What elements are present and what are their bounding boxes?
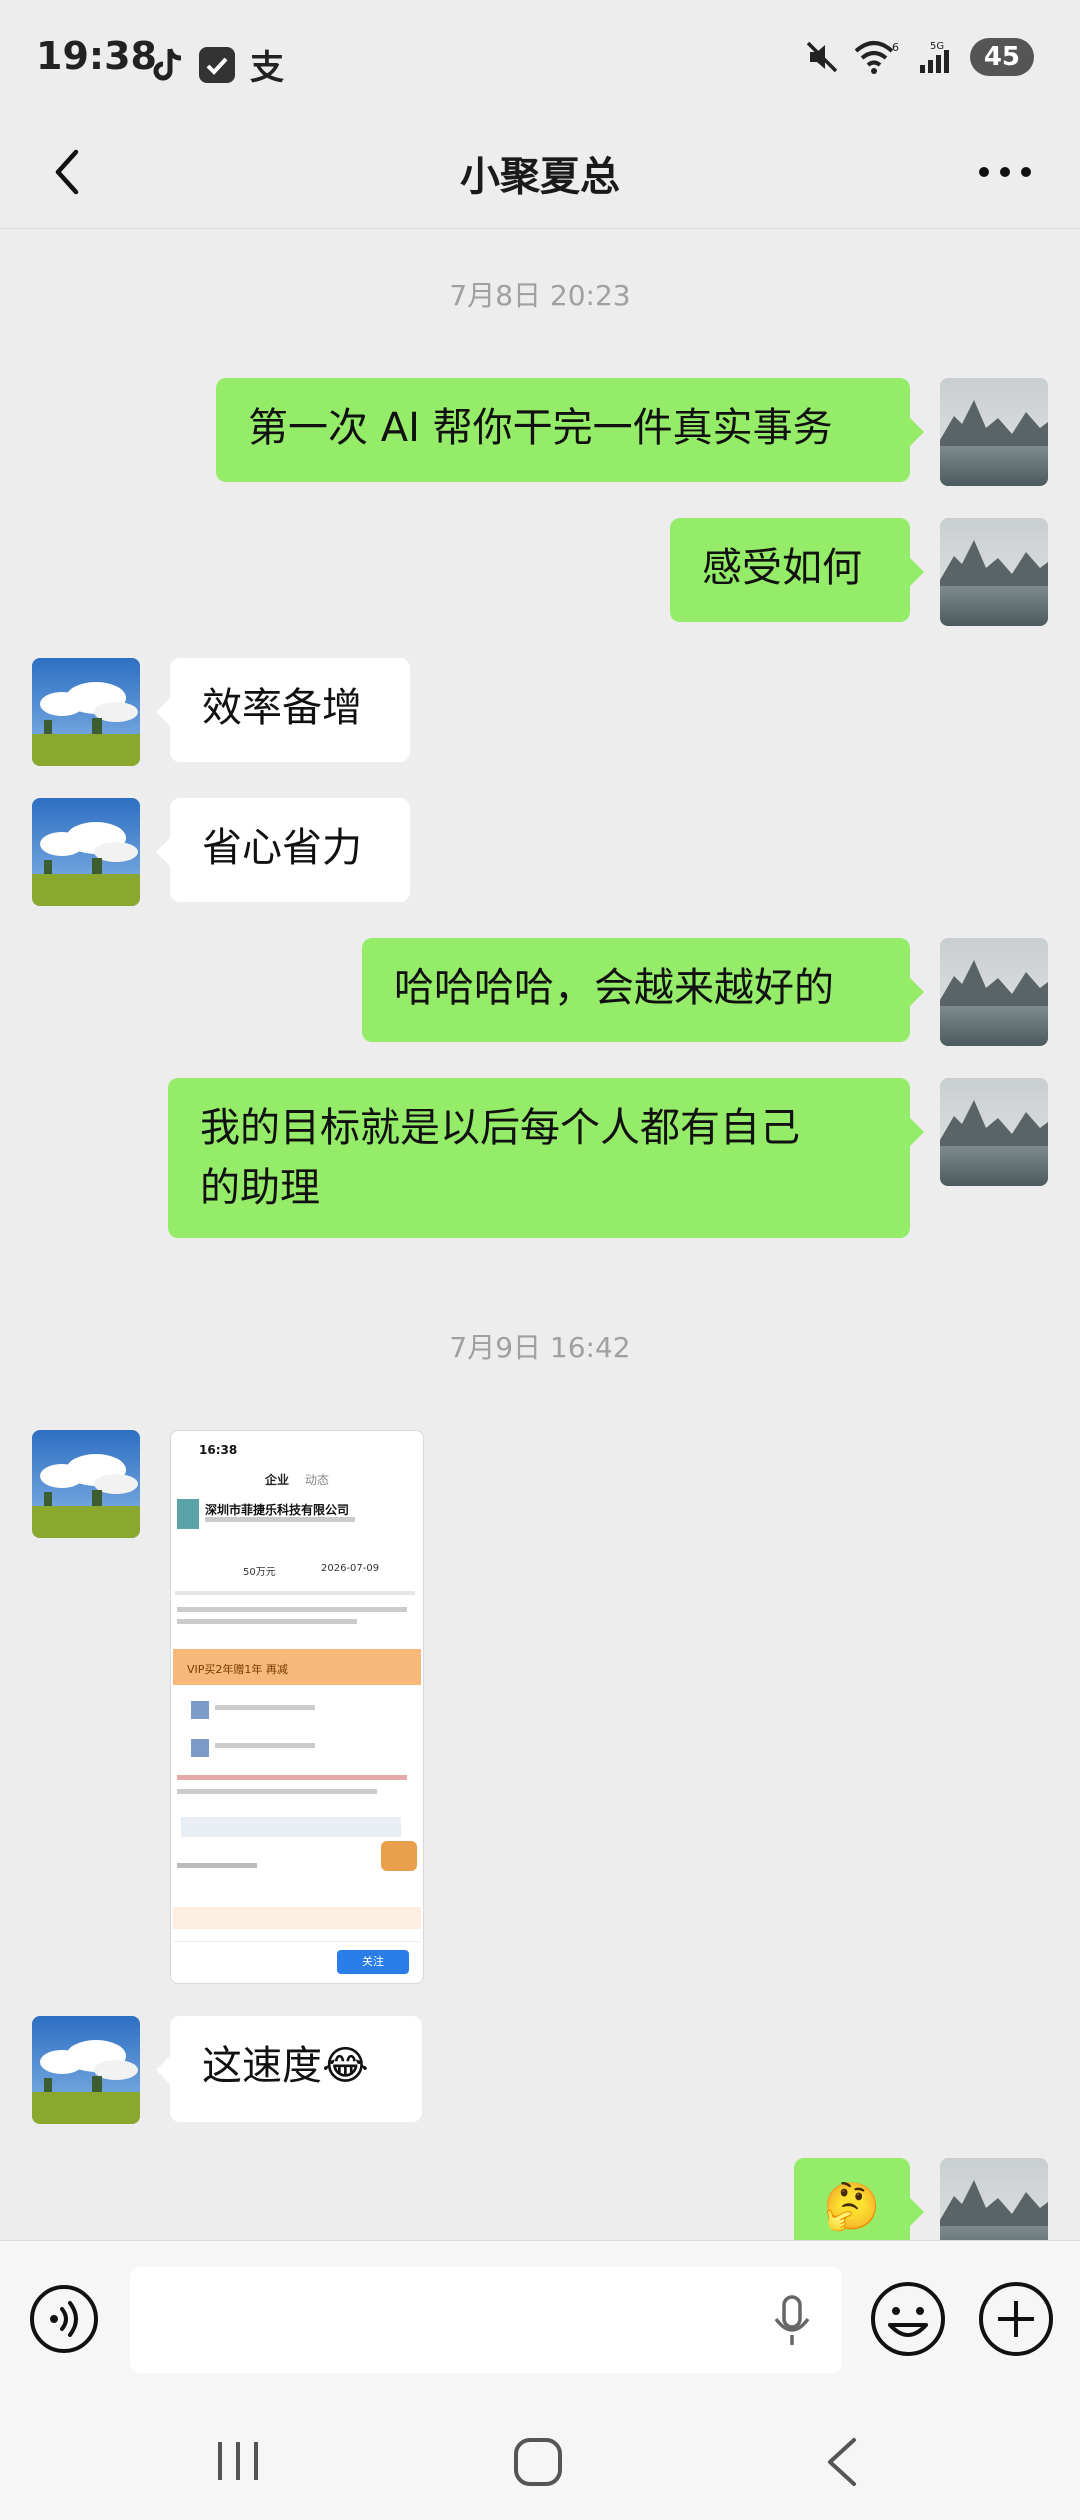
chat-title: 小聚夏总 — [460, 154, 620, 200]
microphone-icon[interactable] — [770, 2293, 814, 2349]
avatar — [191, 1701, 209, 1719]
signal-icon: 5G — [919, 41, 949, 73]
placeholder-line — [177, 1607, 407, 1612]
check-icon — [199, 46, 235, 83]
wifi-icon: 6 — [854, 41, 899, 74]
mascot-icon — [381, 1841, 417, 1871]
placeholder-block — [181, 1817, 401, 1837]
mute-icon — [806, 41, 838, 73]
placeholder-line — [215, 1743, 315, 1748]
alipay-icon: 支 — [250, 48, 284, 88]
screenshot-time: 16:38 — [199, 1443, 238, 1457]
vip-banner: VIP买2年赠1年 再减 — [173, 1649, 421, 1685]
message-input[interactable] — [130, 2267, 842, 2373]
image-message[interactable]: 16:38 企业 动态 深圳市菲捷乐科技有限公司 50万元 2026-07-09… — [170, 1430, 424, 1984]
promo-strip — [173, 1907, 421, 1929]
screenshot-bottom-bar: 关注 — [173, 1941, 421, 1982]
screenshot-capital: 50万元 — [243, 1567, 276, 1578]
battery-indicator: 45 — [969, 38, 1034, 76]
screenshot-tab: 动态 — [305, 1473, 330, 1487]
home-button[interactable] — [510, 2434, 566, 2490]
chat-header: 小聚夏总 — [0, 118, 1080, 229]
message-bubble-sent[interactable]: 感受如何 — [670, 518, 924, 622]
system-nav-bar — [0, 2400, 1080, 2520]
status-bar: 19:38 支 6 5G 45 — [0, 0, 1080, 118]
message-line: 我的目标就是以后每个人都有自己 — [200, 1105, 800, 1151]
message-bubble-received[interactable]: 省心省力 — [156, 798, 410, 902]
message-bubble-sent[interactable]: 我的目标就是以后每个人都有自己 的助理 — [168, 1078, 924, 1238]
placeholder-line — [177, 1619, 357, 1624]
my-avatar[interactable] — [940, 378, 1048, 486]
input-bar — [0, 2240, 1080, 2401]
message-bubble-received[interactable]: 效率备增 — [156, 658, 410, 762]
my-avatar[interactable] — [940, 518, 1048, 626]
more-functions-button[interactable] — [976, 2279, 1056, 2359]
placeholder-line — [177, 1863, 257, 1868]
follow-button: 关注 — [337, 1950, 409, 1974]
avatar — [191, 1739, 209, 1757]
emoji-button[interactable] — [868, 2279, 948, 2359]
notification-icons: 支 — [152, 40, 284, 89]
my-avatar[interactable] — [940, 1078, 1048, 1186]
placeholder-line — [177, 1775, 407, 1780]
vip-banner-text: VIP买2年赠1年 再减 — [187, 1663, 288, 1676]
message-bubble-sent[interactable]: 第一次 AI 帮你干完一件真实事务 — [216, 378, 924, 482]
placeholder-line — [177, 1789, 377, 1794]
system-icons: 6 5G 45 — [804, 38, 1034, 76]
my-avatar[interactable] — [940, 938, 1048, 1046]
contact-avatar[interactable] — [32, 658, 140, 766]
system-back-button[interactable] — [818, 2434, 868, 2490]
contact-avatar[interactable] — [32, 798, 140, 906]
screenshot-tab: 企业 — [265, 1473, 290, 1487]
voice-input-button[interactable] — [28, 2283, 100, 2355]
svg-text:5G: 5G — [930, 41, 944, 52]
contact-avatar[interactable] — [32, 2016, 140, 2124]
placeholder-line — [205, 1517, 355, 1522]
placeholder-line — [215, 1705, 315, 1710]
timestamp: 7月9日 16:42 — [449, 1331, 631, 1364]
tiktok-icon — [153, 47, 182, 80]
message-bubble-received[interactable]: 这速度😂 — [156, 2016, 422, 2122]
recent-apps-button[interactable] — [210, 2436, 266, 2486]
screenshot-company-name: 深圳市菲捷乐科技有限公司 — [205, 1503, 350, 1517]
svg-text:6: 6 — [892, 41, 899, 54]
more-options-button[interactable] — [970, 144, 1040, 200]
screenshot-date: 2026-07-09 — [321, 1563, 380, 1574]
divider — [175, 1591, 415, 1595]
timestamp: 7月8日 20:23 — [449, 279, 631, 312]
message-line: 的助理 — [200, 1165, 320, 1211]
clock: 19:38 — [36, 34, 157, 78]
message-bubble-sent[interactable]: 哈哈哈哈，会越来越好的 — [362, 938, 924, 1042]
company-logo — [177, 1499, 199, 1529]
contact-avatar[interactable] — [32, 1430, 140, 1538]
